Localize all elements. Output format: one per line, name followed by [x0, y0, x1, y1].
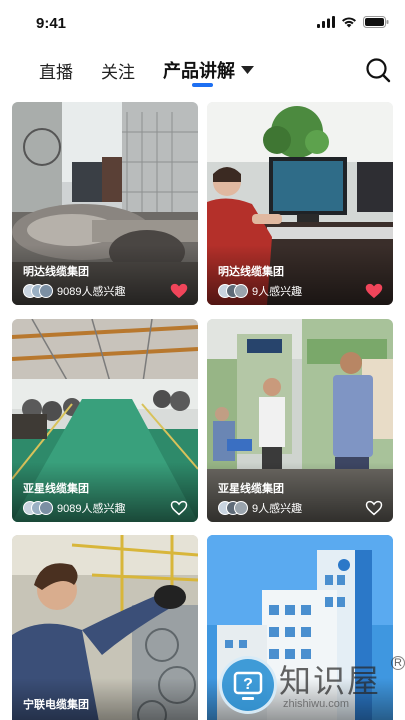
wifi-icon — [342, 17, 356, 28]
search-icon[interactable] — [365, 57, 391, 83]
card-meta: 9人感兴趣 — [218, 500, 302, 516]
interest-count: 9089人感兴趣 — [57, 286, 126, 298]
watermark-url: zhishiwu.com — [283, 698, 350, 710]
caret-down-icon[interactable] — [241, 65, 254, 75]
video-card[interactable]: 明达线缆集团 9人感兴趣 — [207, 102, 393, 305]
viewer-avatars — [23, 501, 53, 515]
tab-product-explain[interactable]: 产品讲解 — [163, 57, 254, 83]
status-time: 9:41 — [36, 15, 67, 32]
tab-product-label: 产品讲解 — [163, 61, 235, 81]
active-tab-indicator — [192, 83, 213, 87]
viewer-avatars — [23, 284, 53, 298]
svg-text:?: ? — [243, 676, 253, 693]
video-card[interactable]: 亚星线缆集团 9人感兴趣 — [207, 319, 393, 522]
like-heart-outline-icon[interactable] — [365, 500, 383, 516]
like-heart-icon[interactable] — [365, 283, 383, 299]
company-name: 明达线缆集团 — [218, 266, 284, 278]
video-card[interactable]: 宁联电缆集团 — [12, 535, 198, 720]
company-name: 明达线缆集团 — [23, 266, 89, 278]
card-meta: 9089人感兴趣 — [23, 283, 125, 299]
video-card[interactable]: 亚星线缆集团 9089人感兴趣 — [12, 319, 198, 522]
interest-count: 9人感兴趣 — [252, 286, 303, 298]
video-card[interactable]: 明达线缆集团 9089人感兴趣 — [12, 102, 198, 305]
company-name: 亚星线缆集团 — [218, 483, 284, 495]
viewer-avatars — [218, 284, 248, 298]
like-heart-outline-icon[interactable] — [170, 500, 188, 516]
like-heart-icon[interactable] — [170, 283, 188, 299]
company-name: 亚星线缆集团 — [23, 483, 89, 495]
help-question-icon: ? — [219, 656, 277, 714]
tab-live[interactable]: 直播 — [39, 58, 73, 83]
tab-follow[interactable]: 关注 — [101, 58, 135, 83]
interest-count: 9089人感兴趣 — [57, 503, 126, 515]
status-icons — [317, 16, 389, 28]
interest-count: 9人感兴趣 — [252, 503, 303, 515]
watermark-text: 知识屋 — [279, 662, 382, 700]
company-name: 宁联电缆集团 — [23, 699, 89, 711]
watermark-logo: ? 知识屋 zhishiwu.com R — [209, 650, 405, 720]
status-bar: 9:41 — [0, 0, 405, 46]
signal-icon — [317, 16, 335, 28]
card-meta: 9人感兴趣 — [218, 283, 302, 299]
battery-icon — [363, 16, 389, 28]
card-meta: 9089人感兴趣 — [23, 500, 125, 516]
top-nav: 直播 关注 产品讲解 — [0, 50, 405, 94]
viewer-avatars — [218, 501, 248, 515]
registered-mark: R — [391, 656, 405, 670]
